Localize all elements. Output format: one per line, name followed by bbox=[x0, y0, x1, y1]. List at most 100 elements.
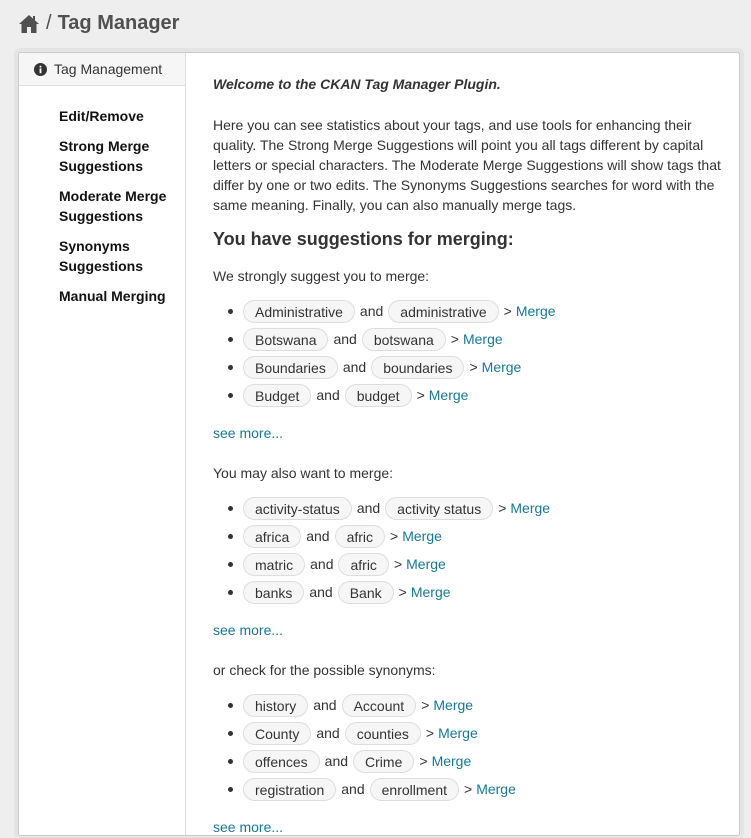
bullet-icon bbox=[228, 758, 233, 764]
breadcrumb-separator: / bbox=[46, 12, 52, 34]
list-item: africa and afric > Merge bbox=[213, 522, 723, 550]
suggestion-sections: We strongly suggest you to merge: Adminis… bbox=[213, 267, 723, 835]
tag-pill[interactable]: budget bbox=[344, 383, 412, 407]
tag-pill[interactable]: Budget bbox=[243, 383, 312, 407]
list-item: activity-status and activity status > Merge bbox=[213, 494, 723, 522]
and-text: and bbox=[309, 584, 333, 600]
merge-link[interactable]: Merge bbox=[406, 556, 446, 572]
bullet-icon bbox=[228, 786, 233, 792]
tag-pill[interactable]: enrollment bbox=[369, 777, 459, 801]
and-text: and bbox=[342, 359, 367, 375]
merge-link[interactable]: Merge bbox=[402, 528, 442, 544]
merge-list: Administrative and administrative > Merge Bot… bbox=[213, 297, 723, 409]
bullet-icon bbox=[228, 336, 233, 342]
arrow-text: > bbox=[416, 387, 425, 403]
tag-pill[interactable]: afric bbox=[338, 552, 389, 576]
and-text: and bbox=[316, 725, 340, 741]
tag-pill[interactable]: afric bbox=[334, 524, 386, 548]
sidebar-item-edit-remove[interactable]: Edit/Remove bbox=[59, 106, 185, 126]
sidebar: Tag Management Edit/Remove Strong Merge … bbox=[19, 53, 186, 835]
arrow-text: > bbox=[498, 500, 507, 516]
arrow-text: > bbox=[450, 331, 459, 347]
arrow-text: > bbox=[421, 697, 430, 713]
list-item: banks and Bank > Merge bbox=[213, 578, 723, 606]
tag-pill[interactable]: Crime bbox=[353, 749, 415, 773]
tag-pill[interactable]: Bank bbox=[337, 580, 394, 604]
merge-link[interactable]: Merge bbox=[463, 331, 503, 347]
section-label: We strongly suggest you to merge: bbox=[213, 268, 430, 284]
sidebar-item-moderate-merge[interactable]: Moderate Merge Suggestions bbox=[59, 186, 174, 226]
home-icon[interactable] bbox=[18, 14, 40, 34]
tag-pill[interactable]: activity status bbox=[385, 496, 494, 520]
tag-pill[interactable]: County bbox=[243, 721, 312, 745]
tag-pill[interactable]: boundaries bbox=[371, 355, 465, 379]
merge-link[interactable]: Merge bbox=[516, 303, 556, 319]
tag-pill[interactable]: offences bbox=[243, 749, 320, 773]
merge-link[interactable]: Merge bbox=[433, 697, 473, 713]
section-label: or check for the possible synonyms: bbox=[213, 662, 436, 678]
bullet-icon bbox=[228, 589, 233, 595]
and-text: and bbox=[324, 753, 349, 769]
arrow-text: > bbox=[425, 725, 435, 741]
merge-link[interactable]: Merge bbox=[429, 387, 469, 403]
intro-text: Here you can see statistics about your t… bbox=[213, 117, 721, 213]
breadcrumb: / Tag Manager bbox=[18, 12, 179, 35]
bullet-icon bbox=[228, 505, 233, 511]
tag-pill[interactable]: Account bbox=[341, 693, 417, 717]
merge-link[interactable]: Merge bbox=[482, 359, 522, 375]
list-item: Budget and budget > Merge bbox=[213, 381, 723, 409]
and-text: and bbox=[341, 781, 365, 797]
tag-pill[interactable]: africa bbox=[243, 524, 302, 548]
sidebar-item-synonyms[interactable]: Synonyms Suggestions bbox=[59, 236, 159, 276]
arrow-text: > bbox=[419, 753, 428, 769]
see-more-link[interactable]: see more... bbox=[213, 819, 283, 835]
bullet-icon bbox=[228, 533, 233, 539]
tag-pill[interactable]: botswana bbox=[361, 327, 446, 351]
tag-pill[interactable]: administrative bbox=[388, 299, 499, 323]
merge-link[interactable]: Merge bbox=[510, 500, 550, 516]
tag-pill[interactable]: counties bbox=[344, 721, 421, 745]
sidebar-item-manual-merging[interactable]: Manual Merging bbox=[59, 286, 185, 306]
bullet-icon bbox=[228, 730, 233, 736]
tag-pill[interactable]: history bbox=[243, 693, 309, 717]
merge-list: history and Account > Merge County and counties… bbox=[213, 691, 723, 803]
list-item: County and counties > Merge bbox=[213, 719, 723, 747]
see-more-link[interactable]: see more... bbox=[213, 425, 283, 441]
bullet-icon bbox=[228, 561, 233, 567]
tag-pill[interactable]: activity-status bbox=[243, 496, 352, 520]
arrow-text: > bbox=[503, 303, 512, 319]
sidebar-header-label: Tag Management bbox=[54, 61, 163, 77]
and-text: and bbox=[313, 697, 337, 713]
tag-pill[interactable]: registration bbox=[243, 777, 337, 801]
info-icon bbox=[34, 62, 47, 76]
tag-pill[interactable]: Botswana bbox=[243, 327, 329, 351]
content: Welcome to the CKAN Tag Manager Plugin. … bbox=[213, 75, 723, 835]
tag-pill[interactable]: Administrative bbox=[243, 299, 355, 323]
bullet-icon bbox=[228, 308, 233, 314]
tag-pill[interactable]: Boundaries bbox=[243, 355, 338, 379]
merge-link[interactable]: Merge bbox=[411, 584, 451, 600]
welcome-text: Welcome to the CKAN Tag Manager Plugin. bbox=[213, 76, 501, 92]
and-text: and bbox=[359, 303, 384, 319]
list-item: registration and enrollment > Merge bbox=[213, 775, 723, 803]
merge-link[interactable]: Merge bbox=[438, 725, 478, 741]
sidebar-header: Tag Management bbox=[19, 53, 185, 86]
bullet-icon bbox=[228, 364, 233, 370]
bullet-icon bbox=[228, 702, 233, 708]
arrow-text: > bbox=[464, 781, 473, 797]
merge-list: activity-status and activity status > Merge a… bbox=[213, 494, 723, 606]
tag-pill[interactable]: banks bbox=[243, 580, 305, 604]
merge-link[interactable]: Merge bbox=[476, 781, 516, 797]
sidebar-item-strong-merge[interactable]: Strong Merge Suggestions bbox=[59, 136, 169, 176]
list-item: Boundaries and boundaries > Merge bbox=[213, 353, 723, 381]
merge-link[interactable]: Merge bbox=[432, 753, 472, 769]
see-more-link[interactable]: see more... bbox=[213, 622, 283, 638]
tag-pill[interactable]: matric bbox=[243, 552, 306, 576]
bullet-icon bbox=[228, 392, 233, 398]
and-text: and bbox=[310, 556, 334, 572]
list-item: offences and Crime > Merge bbox=[213, 747, 723, 775]
list-item: history and Account > Merge bbox=[213, 691, 723, 719]
suggestions-title: You have suggestions for merging: bbox=[213, 229, 514, 249]
list-item: Administrative and administrative > Merge bbox=[213, 297, 723, 325]
sidebar-nav: Edit/Remove Strong Merge Suggestions Mod… bbox=[19, 86, 185, 306]
